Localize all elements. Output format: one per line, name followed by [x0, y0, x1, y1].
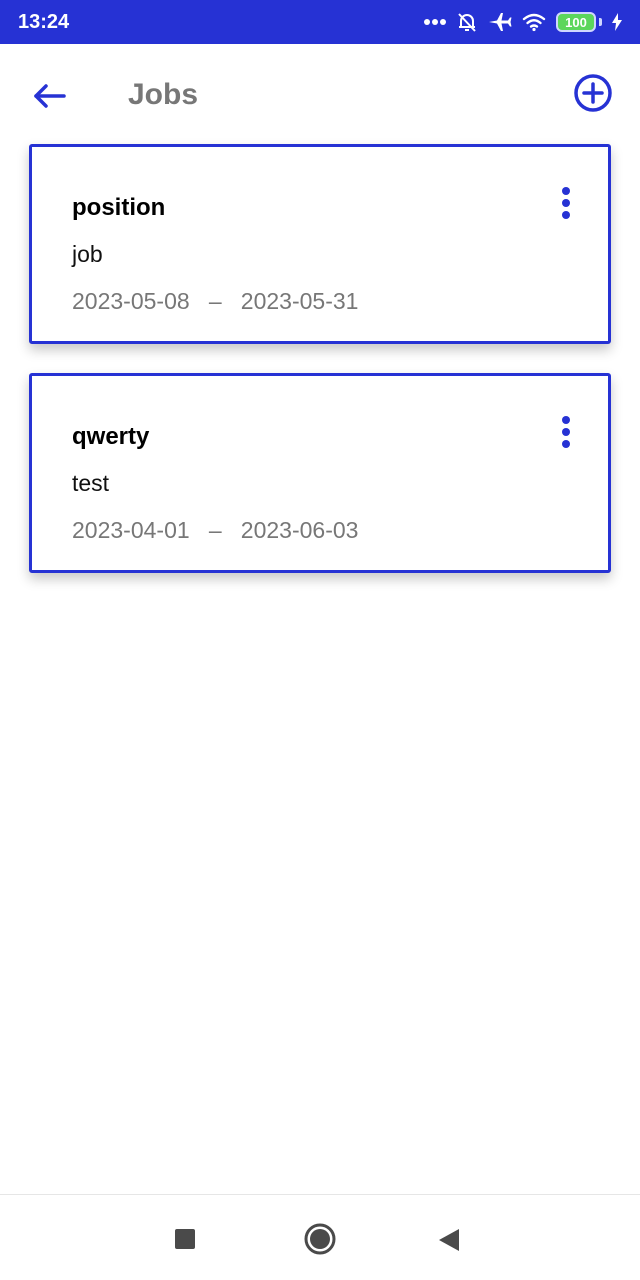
recents-button[interactable]	[174, 1228, 196, 1255]
system-back-button[interactable]	[438, 1228, 460, 1257]
job-menu-button[interactable]	[554, 183, 578, 223]
job-card[interactable]: position job 2023-05-08 – 2023-05-31	[29, 144, 611, 344]
more-vertical-icon	[554, 416, 578, 456]
job-end-date: 2023-05-31	[240, 288, 359, 314]
job-title: qwerty	[72, 423, 150, 450]
page-title: Jobs	[128, 78, 199, 111]
job-start-date: 2023-04-01	[72, 517, 190, 543]
job-start-date: 2023-05-08	[72, 288, 190, 314]
job-subtitle: test	[72, 470, 110, 496]
job-dates: 2023-05-08 – 2023-05-31	[72, 288, 358, 315]
status-icons: 100	[424, 11, 622, 33]
job-subtitle: job	[72, 241, 103, 267]
job-dates: 2023-04-01 – 2023-06-03	[72, 517, 358, 544]
status-bar: 13:24 100	[0, 0, 640, 44]
back-button[interactable]	[28, 74, 72, 118]
status-time: 13:24	[18, 10, 70, 33]
app-bar: Jobs	[0, 44, 640, 144]
job-card[interactable]: qwerty test 2023-04-01 – 2023-06-03	[29, 373, 611, 573]
triangle-back-icon	[438, 1229, 460, 1256]
more-vertical-icon	[554, 187, 578, 227]
battery-icon: 100	[556, 12, 602, 32]
airplane-icon	[488, 11, 512, 33]
alarm-off-icon	[456, 11, 478, 33]
circle-home-icon	[303, 1223, 337, 1260]
charging-bolt-icon	[612, 13, 622, 31]
add-job-button[interactable]	[572, 72, 614, 114]
date-separator: –	[208, 517, 222, 543]
home-button[interactable]	[303, 1222, 337, 1261]
add-circle-icon	[572, 74, 614, 118]
square-recents-icon	[174, 1229, 196, 1254]
more-dots-icon	[424, 18, 446, 26]
date-separator: –	[208, 288, 222, 314]
arrow-left-icon	[28, 84, 72, 122]
job-end-date: 2023-06-03	[240, 517, 359, 543]
wifi-icon	[522, 12, 546, 32]
battery-level: 100	[556, 12, 596, 32]
navigation-bar	[0, 1194, 640, 1280]
job-title: position	[72, 194, 166, 221]
job-menu-button[interactable]	[554, 412, 578, 452]
